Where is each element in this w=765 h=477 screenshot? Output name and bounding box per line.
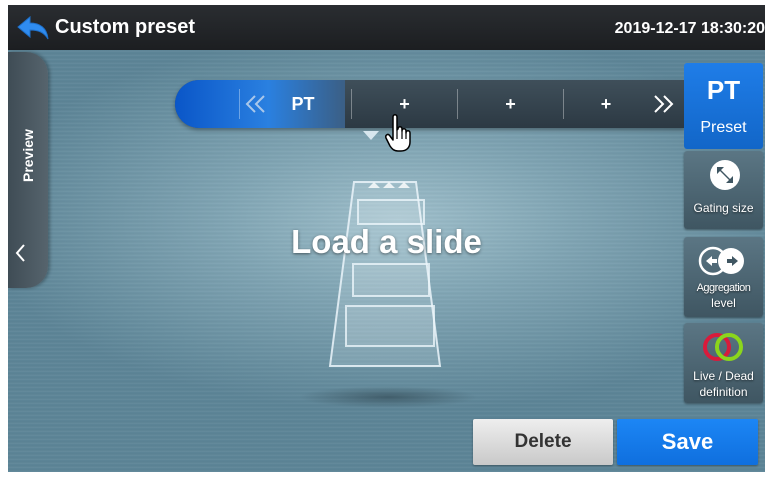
back-arrow-icon[interactable] bbox=[16, 15, 50, 41]
rings-icon bbox=[703, 333, 743, 361]
preset-button[interactable]: PT Preset bbox=[684, 63, 763, 149]
aggregation-label-line2: level bbox=[711, 296, 736, 310]
aggregation-level-button[interactable]: Aggregation level bbox=[684, 237, 763, 317]
gating-size-label: Gating size bbox=[693, 201, 754, 215]
delete-button[interactable]: Delete bbox=[473, 419, 613, 465]
slide-shadow bbox=[298, 386, 478, 408]
resize-arrows-icon bbox=[710, 160, 740, 190]
datetime-display: 2019-12-17 18:30:20 bbox=[614, 20, 765, 37]
slide-illustration bbox=[328, 181, 442, 367]
live-dead-label-line2: definition bbox=[699, 385, 748, 399]
preset-slot-1[interactable]: PT bbox=[273, 80, 333, 128]
live-dead-definition-button[interactable]: Live / Dead definition bbox=[684, 323, 763, 403]
selected-slot-pointer bbox=[363, 131, 379, 140]
preset-slot-3[interactable]: + bbox=[458, 80, 563, 128]
page-title: Custom preset bbox=[55, 16, 196, 38]
aggregation-label-line1: Aggregation bbox=[696, 282, 751, 294]
aggregation-arrows-icon bbox=[698, 246, 744, 276]
preset-label: Preset bbox=[700, 119, 747, 136]
screen: Custom preset 2019-12-17 18:30:20 Previe… bbox=[8, 5, 765, 472]
title-bar: Custom preset 2019-12-17 18:30:20 bbox=[8, 5, 765, 50]
load-slide-message: Load a slide bbox=[291, 223, 482, 260]
live-dead-label-line1: Live / Dead bbox=[693, 369, 754, 383]
double-chevron-left-icon[interactable] bbox=[242, 93, 270, 115]
slot-separator bbox=[239, 89, 240, 119]
preset-slot-4[interactable]: + bbox=[564, 80, 648, 128]
hand-cursor-icon bbox=[385, 114, 411, 152]
save-button[interactable]: Save bbox=[617, 419, 758, 465]
preset-code: PT bbox=[706, 75, 741, 105]
gating-size-button[interactable]: Gating size bbox=[684, 151, 763, 229]
preset-strip: PT + + + bbox=[175, 80, 685, 128]
double-chevron-right-icon[interactable] bbox=[649, 93, 677, 115]
preview-label: Preview bbox=[20, 129, 36, 182]
